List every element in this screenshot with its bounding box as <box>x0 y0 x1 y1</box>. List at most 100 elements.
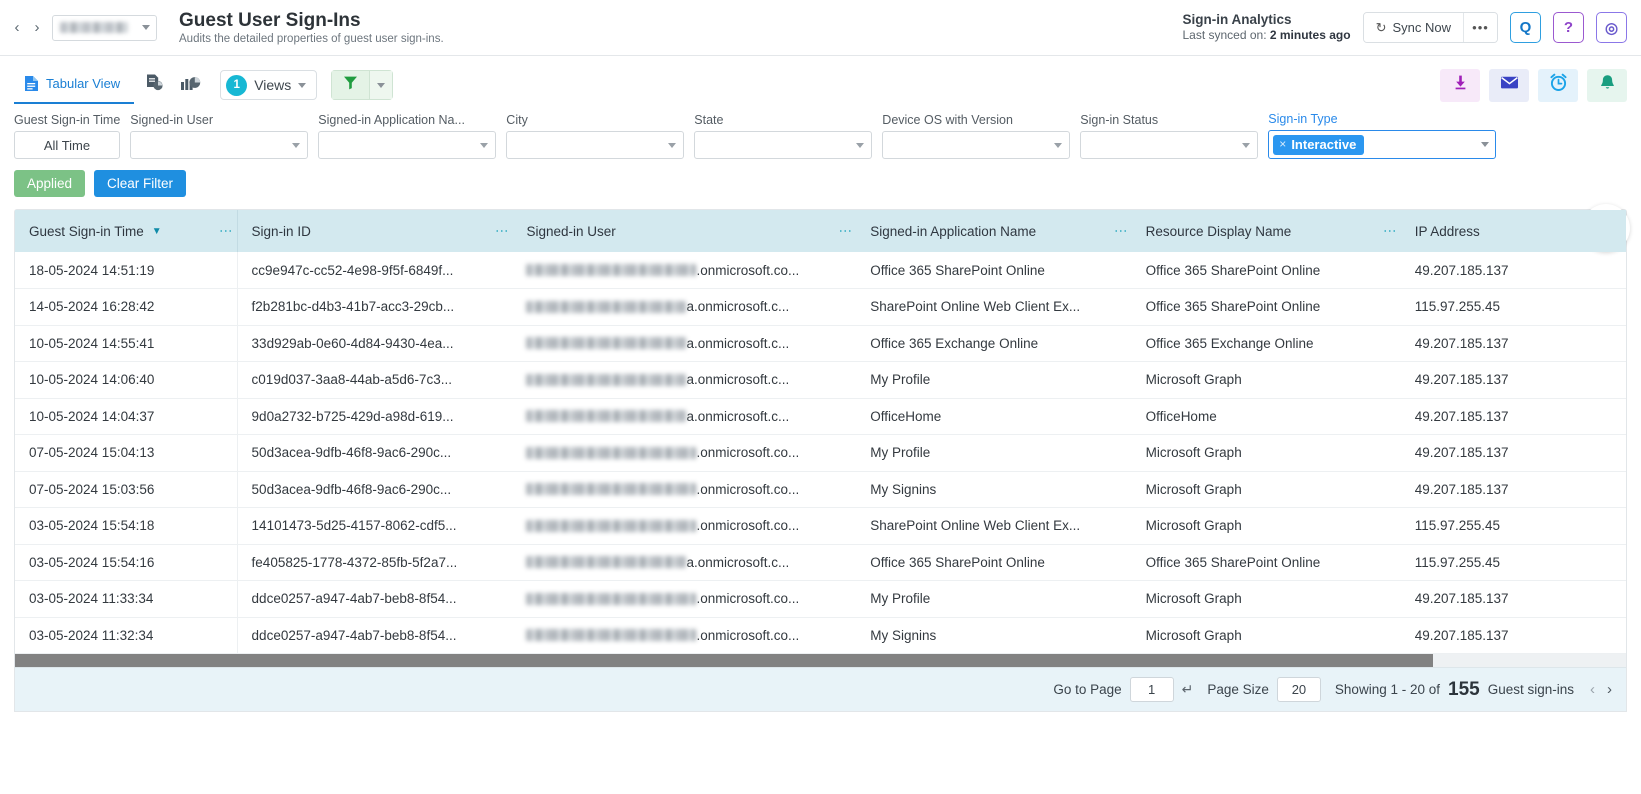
cell-signed-in-user: a.onmicrosoft.c... <box>512 362 856 399</box>
filter-dropdown-button[interactable] <box>369 70 393 100</box>
column-header-signed-in-application-name[interactable]: Signed-in Application Name ⋮ <box>856 210 1131 252</box>
column-menu-icon[interactable]: ⋮ <box>1386 225 1394 238</box>
column-menu-icon[interactable]: ⋮ <box>222 225 230 238</box>
next-page-button[interactable]: › <box>1605 681 1614 698</box>
schedule-button[interactable] <box>1538 69 1578 102</box>
alarm-clock-icon <box>1549 73 1568 97</box>
cell-resource-display-name: Microsoft Graph <box>1132 362 1401 399</box>
help-icon: ? <box>1564 19 1573 36</box>
device-os-select[interactable] <box>882 131 1070 159</box>
filter-label: Sign-in Status <box>1080 113 1258 127</box>
view-toolbar: Tabular View <box>14 66 1627 104</box>
filter-label: Guest Sign-in Time <box>14 113 120 127</box>
signed-in-user-suffix: .onmicrosoft.co... <box>696 445 799 460</box>
clear-filter-button[interactable]: Clear Filter <box>94 170 186 197</box>
column-menu-icon[interactable]: ⋮ <box>1117 225 1125 238</box>
filter-signin-status: Sign-in Status <box>1080 113 1258 159</box>
showing-suffix: Guest sign-ins <box>1488 682 1574 697</box>
city-select[interactable] <box>506 131 684 159</box>
view-tabs: Tabular View <box>14 66 134 104</box>
download-button[interactable] <box>1440 69 1480 102</box>
filter-bar: Guest Sign-in Time All Time Signed-in Us… <box>14 112 1627 161</box>
column-header-label: Signed-in User <box>526 224 615 239</box>
signin-status-select[interactable] <box>1080 131 1258 159</box>
filter-device-os-with-version: Device OS with Version <box>882 113 1070 159</box>
table-row[interactable]: 03-05-2024 11:32:34ddce0257-a947-4ab7-be… <box>15 617 1626 654</box>
scrollbar-thumb[interactable] <box>15 654 1433 667</box>
signed-in-user-redacted <box>526 264 696 276</box>
table-row[interactable]: 03-05-2024 11:33:34ddce0257-a947-4ab7-be… <box>15 581 1626 618</box>
help-button[interactable]: ? <box>1553 12 1584 43</box>
data-table-card: Guest Sign-in Time ▼ ⋮ Sign-in ID ⋮ Si <box>14 209 1627 712</box>
search-button[interactable]: Q <box>1510 12 1541 43</box>
filter-button[interactable] <box>331 70 369 100</box>
page-size-input[interactable]: 20 <box>1277 677 1321 702</box>
cell-signin-id: ddce0257-a947-4ab7-beb8-8f54... <box>237 617 512 654</box>
applied-button[interactable]: Applied <box>14 170 85 197</box>
filter-signed-in-user: Signed-in User <box>130 113 308 159</box>
guest-signin-time-input[interactable]: All Time <box>14 131 120 159</box>
filter-city: City <box>506 113 684 159</box>
cell-signin-id: cc9e947c-cc52-4e98-9f5f-6849f... <box>237 252 512 289</box>
remove-tag-icon[interactable]: × <box>1279 138 1286 150</box>
sync-title: Sign-in Analytics <box>1182 12 1350 28</box>
cell-guest-signin-time: 10-05-2024 14:55:41 <box>15 325 237 362</box>
sync-now-label: Sync Now <box>1392 20 1451 35</box>
signed-in-user-select[interactable] <box>130 131 308 159</box>
chart-view-button[interactable] <box>174 70 206 100</box>
cell-signed-in-application-name: OfficeHome <box>856 398 1131 435</box>
app-header: ‹ › Guest User Sign-Ins Audits the detai… <box>0 0 1641 56</box>
cell-resource-display-name: Microsoft Graph <box>1132 617 1401 654</box>
signed-in-user-suffix: a.onmicrosoft.c... <box>686 555 789 570</box>
nav-back-icon[interactable]: ‹ <box>8 16 26 40</box>
sync-value: 2 minutes ago <box>1270 28 1351 42</box>
status-button[interactable]: ◎ <box>1596 12 1627 43</box>
tab-tabular-view[interactable]: Tabular View <box>14 66 134 104</box>
cell-signed-in-application-name: My Signins <box>856 617 1131 654</box>
cell-ip-address: 115.97.255.45 <box>1401 544 1626 581</box>
nav-forward-icon[interactable]: › <box>28 16 46 40</box>
signed-in-application-name-select[interactable] <box>318 131 496 159</box>
table-row[interactable]: 07-05-2024 15:04:1350d3acea-9dfb-46f8-9a… <box>15 435 1626 472</box>
table-row[interactable]: 10-05-2024 14:04:379d0a2732-b725-429d-a9… <box>15 398 1626 435</box>
signed-in-user-suffix: a.onmicrosoft.c... <box>686 336 789 351</box>
column-menu-icon[interactable]: ⋮ <box>841 225 849 238</box>
signed-in-user-redacted <box>526 447 696 459</box>
table-row[interactable]: 14-05-2024 16:28:42f2b281bc-d4b3-41b7-ac… <box>15 289 1626 326</box>
views-dropdown[interactable]: 1 Views <box>220 70 317 100</box>
goto-page-group: Go to Page 1 ↵ <box>1053 677 1193 702</box>
prev-page-button[interactable]: ‹ <box>1588 681 1597 698</box>
goto-page-label: Go to Page <box>1053 682 1121 697</box>
table-row[interactable]: 18-05-2024 14:51:19cc9e947c-cc52-4e98-9f… <box>15 252 1626 289</box>
column-header-ip-address[interactable]: IP Address <box>1401 210 1626 252</box>
column-header-guest-signin-time[interactable]: Guest Sign-in Time ▼ ⋮ <box>15 210 237 252</box>
column-header-resource-display-name[interactable]: Resource Display Name ⋮ <box>1132 210 1401 252</box>
state-select[interactable] <box>694 131 872 159</box>
filter-label: Signed-in User <box>130 113 308 127</box>
check-circle-icon: ◎ <box>1605 19 1618 37</box>
sort-desc-icon[interactable]: ▼ <box>152 226 162 237</box>
enter-icon[interactable]: ↵ <box>1182 681 1194 698</box>
organization-selector[interactable] <box>52 15 157 41</box>
table-row[interactable]: 03-05-2024 15:54:1814101473-5d25-4157-80… <box>15 508 1626 545</box>
showing-prefix: Showing 1 - 20 of <box>1335 682 1440 697</box>
table-row[interactable]: 07-05-2024 15:03:5650d3acea-9dfb-46f8-9a… <box>15 471 1626 508</box>
alert-button[interactable] <box>1587 69 1627 102</box>
column-header-signin-id[interactable]: Sign-in ID ⋮ <box>237 210 512 252</box>
column-menu-icon[interactable]: ⋮ <box>497 225 505 238</box>
signin-type-select[interactable]: × Interactive <box>1268 130 1496 159</box>
column-header-signed-in-user[interactable]: Signed-in User ⋮ <box>512 210 856 252</box>
more-options-button[interactable]: ••• <box>1463 13 1497 42</box>
horizontal-scrollbar[interactable] <box>15 654 1626 667</box>
email-button[interactable] <box>1489 69 1529 102</box>
table-row[interactable]: 10-05-2024 14:55:4133d929ab-0e60-4d84-94… <box>15 325 1626 362</box>
sync-now-button[interactable]: ↻ Sync Now <box>1364 13 1463 42</box>
signin-type-tag[interactable]: × Interactive <box>1273 135 1364 155</box>
table-row[interactable]: 10-05-2024 14:06:40c019d037-3aa8-44ab-a5… <box>15 362 1626 399</box>
summary-view-button[interactable] <box>138 70 170 100</box>
goto-page-input[interactable]: 1 <box>1130 677 1174 702</box>
cell-signed-in-user: a.onmicrosoft.c... <box>512 325 856 362</box>
table-row[interactable]: 03-05-2024 15:54:16fe405825-1778-4372-85… <box>15 544 1626 581</box>
cell-ip-address: 115.97.255.45 <box>1401 289 1626 326</box>
chevron-down-icon <box>292 143 300 148</box>
